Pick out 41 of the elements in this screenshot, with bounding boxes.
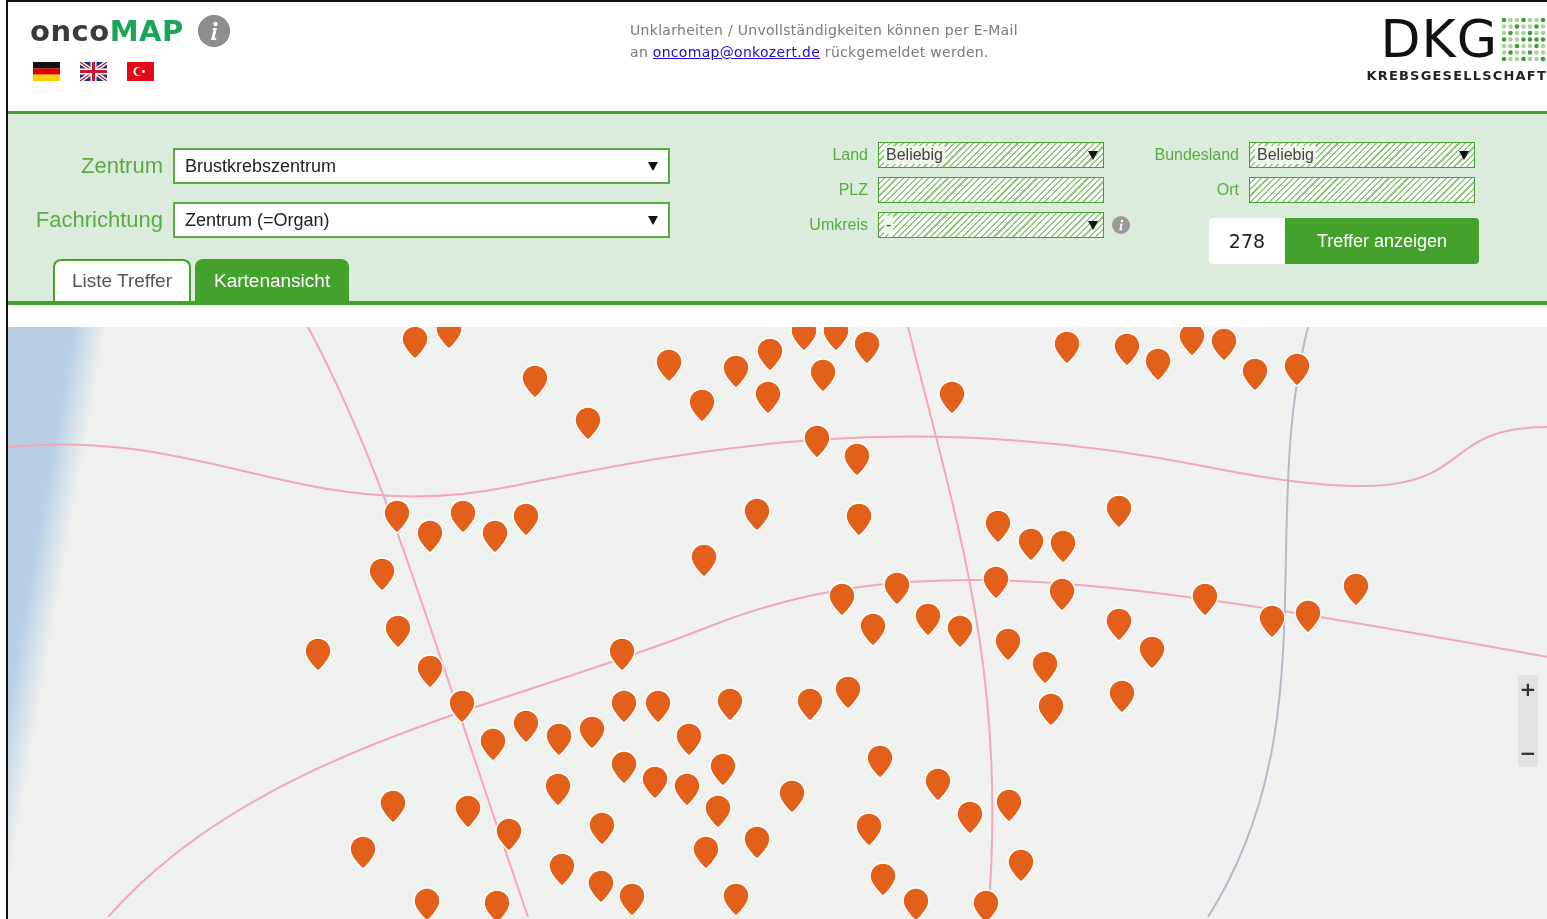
feedback-notice: Unklarheiten / Unvollständigkeiten können per E-Mail an oncomap@onkozert.de rückgemeldet werden. — [630, 21, 1019, 62]
dkg-logo-subtitle: KREBSGESELLSCHAFT — [1366, 68, 1547, 83]
email-link[interactable]: oncomap@onkozert.de — [652, 44, 821, 60]
info-icon[interactable] — [1112, 216, 1130, 234]
map-pin-icon[interactable] — [412, 887, 442, 919]
map-pin-icon[interactable] — [617, 882, 647, 919]
zoom-in-button[interactable]: + — [1519, 679, 1537, 699]
field-label: Zentrum — [80, 153, 164, 179]
info-icon[interactable] — [197, 15, 230, 47]
field-label: Fachrichtung — [34, 207, 164, 233]
dropdown-caret-icon — [1088, 220, 1098, 230]
dropdown-caret-icon — [1459, 150, 1469, 160]
dot-grid-logo-icon — [1500, 15, 1547, 63]
map-pin-icon[interactable] — [971, 889, 1001, 919]
dkg-logo-text: DKG — [1380, 14, 1498, 64]
turkish-flag-icon[interactable] — [127, 62, 154, 81]
postcode-input-field[interactable] — [878, 177, 1104, 203]
map-pin-icon[interactable] — [901, 887, 931, 919]
field-label: Umkreis — [808, 216, 869, 234]
dropdown-caret-icon — [648, 161, 658, 171]
map-pin-icon[interactable] — [721, 882, 751, 919]
radius-dropdown[interactable]: - — [878, 212, 1104, 238]
field-label: Ort — [1215, 181, 1240, 199]
union-jack-flag-icon[interactable] — [80, 62, 107, 81]
state-dropdown[interactable]: Beliebig — [1249, 142, 1475, 168]
dropdown-caret-icon — [648, 215, 658, 225]
map-pin-icon[interactable] — [482, 889, 512, 919]
zoom-out-button[interactable]: − — [1519, 743, 1537, 763]
specialty-dropdown[interactable]: Zentrum (=Organ) — [173, 202, 670, 238]
field-label: Land — [831, 146, 869, 164]
view-tab[interactable]: Liste Treffer — [53, 259, 191, 301]
result-count: 278 — [1209, 218, 1285, 264]
city-input-field[interactable] — [1249, 177, 1475, 203]
oncomap-logo: oncoMAP — [30, 14, 184, 48]
country-dropdown[interactable]: Beliebig — [878, 142, 1104, 168]
field-label: Bundesland — [1153, 146, 1240, 164]
field-label: PLZ — [837, 181, 869, 199]
german-flag-icon[interactable] — [33, 62, 60, 81]
map-tile[interactable] — [8, 327, 1547, 919]
dropdown-caret-icon — [1088, 150, 1098, 160]
center-type-dropdown[interactable]: Brustkrebszentrum — [173, 148, 670, 184]
